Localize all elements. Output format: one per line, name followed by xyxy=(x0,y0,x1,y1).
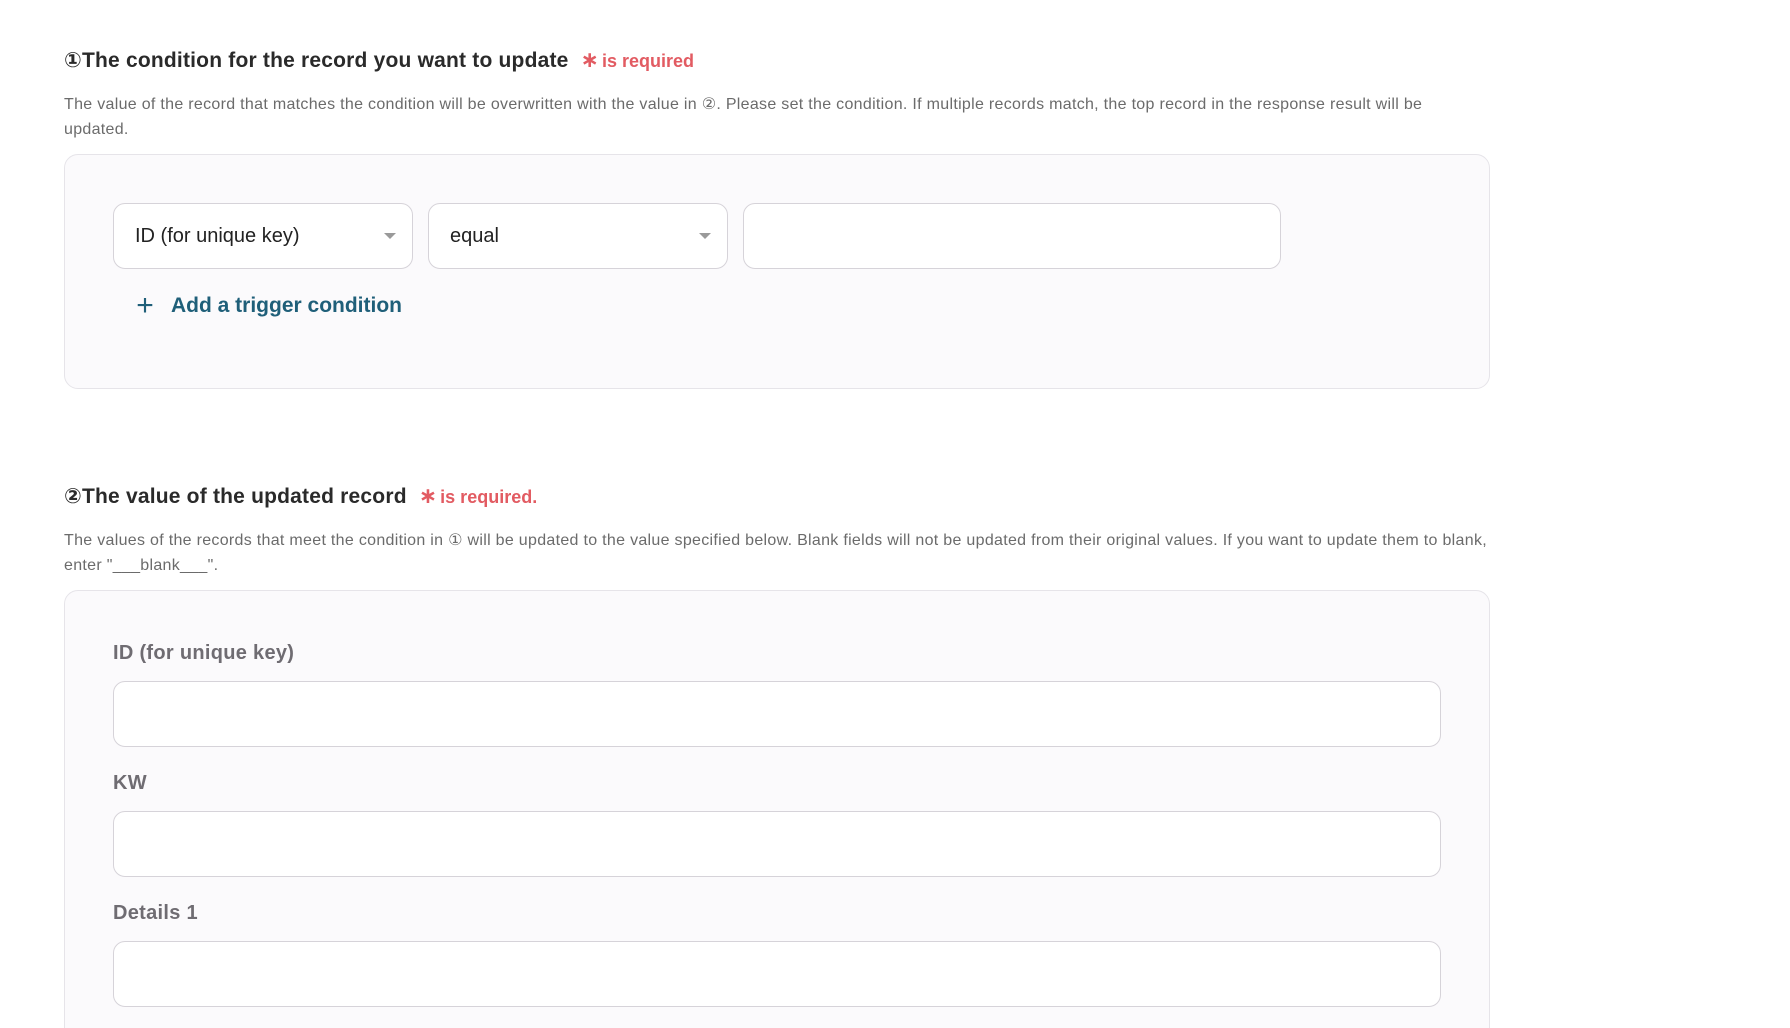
condition-value-input[interactable] xyxy=(743,203,1281,269)
updated-values-section-description: The values of the records that meet the … xyxy=(64,532,1487,574)
condition-field-select-value: ID (for unique key) xyxy=(135,224,300,247)
updated-values-panel: ID (for unique key) KW Details 1 xyxy=(64,590,1490,1028)
required-text: is required. xyxy=(440,487,538,507)
condition-field-select[interactable]: ID (for unique key) xyxy=(113,203,413,269)
field-details-1: Details 1 xyxy=(113,899,1441,1007)
updated-values-section: ②The value of the updated record ∗ is re… xyxy=(64,484,1490,1028)
required-indicator: ∗ is required xyxy=(581,49,694,72)
chevron-down-icon xyxy=(384,233,396,239)
kw-field-input[interactable] xyxy=(113,811,1441,877)
condition-operator-select[interactable]: equal xyxy=(428,203,728,269)
required-star-icon: ∗ xyxy=(418,483,438,508)
updated-values-heading-row: ②The value of the updated record ∗ is re… xyxy=(64,484,1490,518)
page: ①The condition for the record you want t… xyxy=(0,0,1790,1028)
id-field-input[interactable] xyxy=(113,681,1441,747)
plus-icon: + xyxy=(136,289,154,322)
condition-row: ID (for unique key) equal xyxy=(113,203,1281,269)
required-indicator: ∗ is required. xyxy=(419,485,537,508)
add-trigger-condition-button[interactable]: + Add a trigger condition xyxy=(133,291,402,321)
condition-section-title: ①The condition for the record you want t… xyxy=(64,49,569,72)
condition-operator-select-value: equal xyxy=(450,224,499,247)
add-trigger-condition-label: Add a trigger condition xyxy=(171,294,402,317)
condition-panel: ID (for unique key) equal + Add a trigge… xyxy=(64,154,1490,389)
condition-section: ①The condition for the record you want t… xyxy=(64,48,1490,389)
field-label: Details 1 xyxy=(113,902,198,924)
required-text: is required xyxy=(601,51,695,71)
field-id: ID (for unique key) xyxy=(113,639,1441,747)
field-kw: KW xyxy=(113,769,1441,877)
condition-heading-row: ①The condition for the record you want t… xyxy=(64,48,1490,82)
field-list: ID (for unique key) KW Details 1 xyxy=(113,639,1441,1007)
condition-section-description: The value of the record that matches the… xyxy=(64,96,1423,138)
field-label: ID (for unique key) xyxy=(113,642,295,664)
required-star-icon: ∗ xyxy=(580,47,599,72)
updated-values-section-title: ②The value of the updated record xyxy=(64,485,407,508)
field-label: KW xyxy=(113,772,147,794)
chevron-down-icon xyxy=(699,233,711,239)
details-1-field-input[interactable] xyxy=(113,941,1441,1007)
